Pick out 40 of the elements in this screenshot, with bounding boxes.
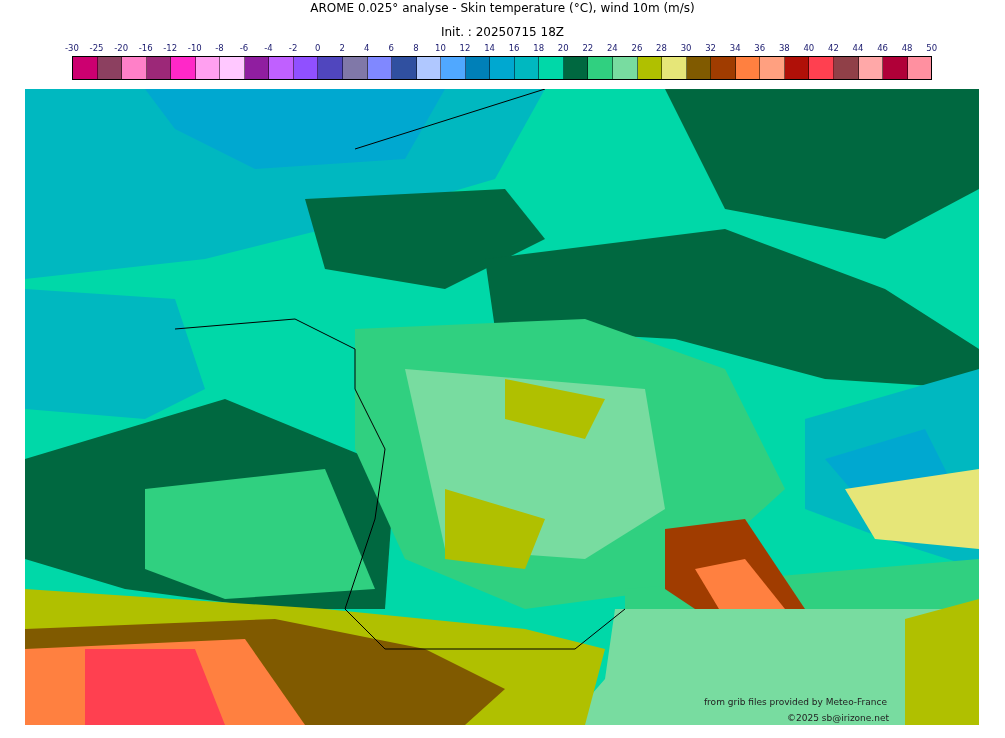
chart-title: AROME 0.025° analyse - Skin temperature (°C), wind 10m (m/s) xyxy=(310,0,695,16)
scale-tick-label: -12 xyxy=(162,42,179,54)
scale-tick-label: 14 xyxy=(483,42,496,54)
scale-tick-label: 32 xyxy=(704,42,718,54)
scale-tick-label: -20 xyxy=(113,42,130,54)
init-time-label: Init. : 20250715 18Z xyxy=(440,24,565,40)
scale-tick-label: 8 xyxy=(412,42,420,54)
scale-tick-label: 50 xyxy=(925,42,939,54)
scale-tick-label: 6 xyxy=(387,42,395,54)
scale-tick-label: 20 xyxy=(556,42,570,54)
scale-tick-label: 24 xyxy=(605,42,619,54)
copyright-label: ©2025 sb@irizone.net xyxy=(787,713,889,723)
scale-tick-label: 42 xyxy=(827,42,840,54)
scale-tick-label: 4 xyxy=(363,42,371,54)
scale-tick-label: 22 xyxy=(581,42,595,54)
scale-tick-label: 18 xyxy=(532,42,546,54)
scale-tick-label: -25 xyxy=(88,42,105,54)
scale-tick-label: 16 xyxy=(507,42,521,54)
scale-tick-label: -6 xyxy=(238,42,250,54)
scale-tick-label: -4 xyxy=(263,42,274,54)
scale-tick-label: 10 xyxy=(434,42,447,54)
scale-tick-label: 48 xyxy=(900,42,914,54)
data-source-credit: from grib files provided by Meteo-France xyxy=(703,697,887,707)
scale-tick-label: 44 xyxy=(851,42,865,54)
scale-tick-label: 46 xyxy=(876,42,889,54)
scale-tick-label: 38 xyxy=(777,42,791,54)
scale-tick-label: 30 xyxy=(679,42,693,54)
scale-tick-label: 36 xyxy=(753,42,767,54)
scale-tick-label: -16 xyxy=(137,42,154,54)
scale-tick-label: -10 xyxy=(186,42,203,54)
scale-tick-label: 2 xyxy=(338,42,346,54)
scale-tick-label: 12 xyxy=(458,42,472,54)
scale-tick-label: -8 xyxy=(214,42,225,54)
scale-tick-label: 28 xyxy=(655,42,668,54)
scale-tick-label: -30 xyxy=(64,42,80,54)
scale-tick-label: 26 xyxy=(630,42,644,54)
scale-tick-label: 0 xyxy=(313,42,322,54)
scale-tick-label: 40 xyxy=(802,42,816,54)
scale-tick-label: -2 xyxy=(287,42,299,54)
scale-tick-label: 34 xyxy=(728,42,742,54)
